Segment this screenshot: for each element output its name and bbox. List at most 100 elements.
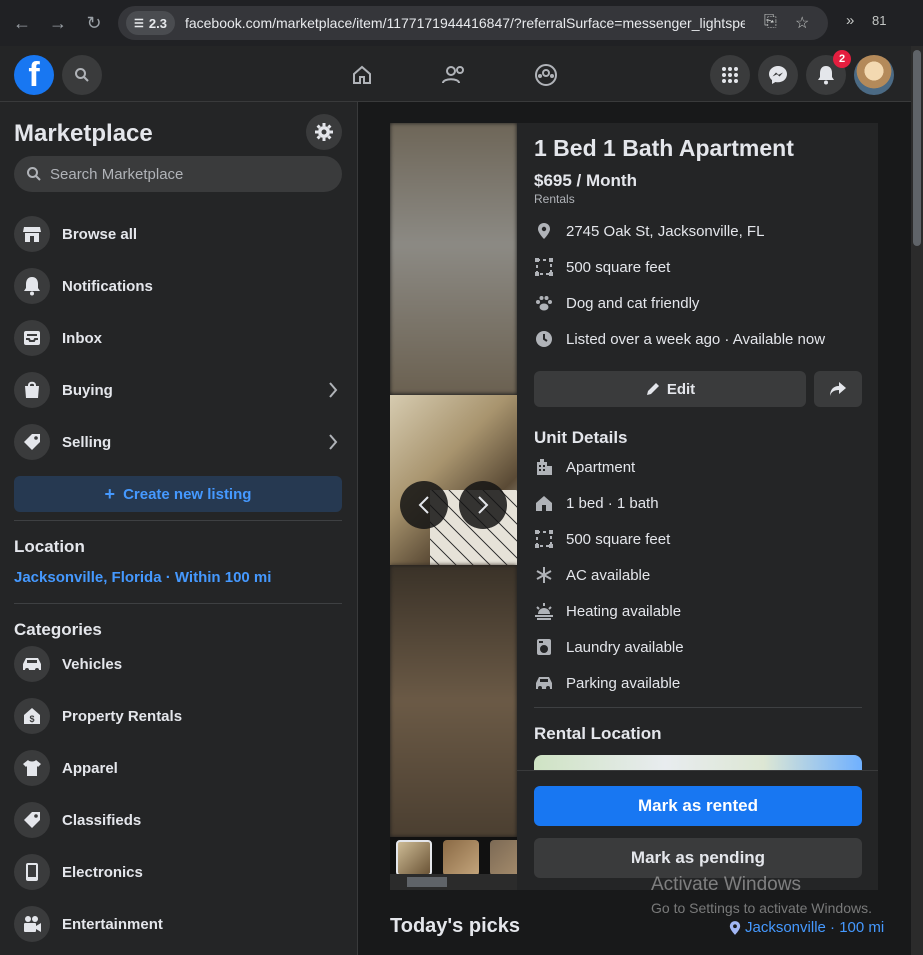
listing-photo-main[interactable] <box>390 395 517 565</box>
sidebar-item-inbox[interactable]: Inbox <box>14 318 342 358</box>
listing-title: 1 Bed 1 Bath Apartment <box>534 135 794 161</box>
chevron-right-icon <box>329 382 338 398</box>
previous-photo-button[interactable] <box>400 481 448 529</box>
install-icon[interactable]: ⎘ <box>764 13 777 31</box>
categories-heading: Categories <box>14 620 102 639</box>
sidebar-item-buying[interactable]: Buying <box>14 370 342 410</box>
paw-icon <box>534 293 554 313</box>
listing-photo[interactable] <box>390 123 517 394</box>
scrollbar-thumb[interactable] <box>407 877 447 887</box>
category-property-rentals[interactable]: $ Property Rentals <box>14 696 342 736</box>
site-chip-label: 2.3 <box>148 15 167 31</box>
unit-detail-row: 500 square feet <box>534 529 670 549</box>
windows-watermark-title: Activate Windows <box>651 874 801 895</box>
price-tag-icon <box>14 424 50 460</box>
unit-detail-row: Parking available <box>534 673 680 693</box>
marketplace-sidebar: Marketplace Search Marketplace Browse al… <box>0 102 358 955</box>
listing-category[interactable]: Rentals <box>534 192 575 206</box>
listing-photo[interactable] <box>390 565 517 837</box>
listing-details-panel: 1 Bed 1 Bath Apartment $695 / Month Rent… <box>517 123 878 890</box>
edit-label: Edit <box>666 380 696 398</box>
thumbnail[interactable] <box>443 840 479 876</box>
thumbnail[interactable] <box>490 840 517 876</box>
home-icon[interactable] <box>349 62 375 88</box>
search-icon <box>75 68 89 82</box>
inbox-icon <box>14 320 50 356</box>
sidebar-item-browse-all[interactable]: Browse all <box>14 214 342 254</box>
groups-icon[interactable] <box>533 62 559 88</box>
messenger-icon <box>769 66 787 84</box>
site-info-chip[interactable]: ☰ 2.3 <box>126 11 175 35</box>
extensions-chevron-icon[interactable]: » <box>846 12 854 29</box>
category-apparel[interactable]: Apparel <box>14 748 342 788</box>
car-icon <box>534 673 554 693</box>
messenger-button[interactable] <box>758 55 798 95</box>
category-label: Apparel <box>62 759 118 777</box>
home-icon <box>534 493 554 513</box>
create-listing-label: Create new listing <box>123 485 252 503</box>
scrollbar-thumb[interactable] <box>913 50 921 246</box>
category-classifieds[interactable]: Classifieds <box>14 800 342 840</box>
area-icon <box>534 257 554 277</box>
bell-icon <box>14 268 50 304</box>
sidebar-item-label: Inbox <box>62 329 102 347</box>
browser-toolbar: ← → ↻ ☰ 2.3 facebook.com/marketplace/ite… <box>0 0 923 46</box>
size-row: 500 square feet <box>534 257 670 277</box>
category-electronics[interactable]: Electronics <box>14 852 342 892</box>
sidebar-item-selling[interactable]: Selling <box>14 422 342 462</box>
menu-button[interactable] <box>710 55 750 95</box>
todays-picks-heading: Today's picks <box>390 915 520 937</box>
reload-icon[interactable]: ↻ <box>80 9 108 37</box>
storefront-icon <box>14 216 50 252</box>
plus-icon: + <box>104 483 116 504</box>
unit-detail-row: AC available <box>534 565 650 585</box>
pencil-icon <box>646 383 659 395</box>
forward-icon[interactable]: → <box>44 9 72 37</box>
location-filter-link[interactable]: Jacksonville, Florida · Within 100 mi <box>14 569 271 586</box>
extensions-count: 81 <box>872 13 887 28</box>
windows-watermark-text: Go to Settings to activate Windows. <box>651 900 872 916</box>
shirt-icon <box>14 750 50 786</box>
settings-button[interactable] <box>306 114 342 150</box>
create-new-listing-button[interactable]: + Create new listing <box>14 476 342 512</box>
sun-heat-icon <box>534 601 554 621</box>
thumbnail[interactable] <box>396 840 432 876</box>
share-arrow-icon <box>830 382 846 396</box>
mark-as-pending-button[interactable]: Mark as pending <box>534 838 862 878</box>
mark-as-rented-button[interactable]: Mark as rented <box>534 786 862 826</box>
category-label: Entertainment <box>62 915 163 933</box>
facebook-header: f 2 <box>0 46 911 102</box>
category-entertainment[interactable]: Entertainment <box>14 904 342 944</box>
edit-button[interactable]: Edit <box>534 371 806 407</box>
entertainment-icon <box>14 906 50 942</box>
facebook-logo[interactable]: f <box>14 55 54 95</box>
unit-detail-row: Apartment <box>534 457 635 477</box>
bell-icon <box>818 66 834 85</box>
share-button[interactable] <box>814 371 862 407</box>
chevron-right-icon <box>329 434 338 450</box>
location-heading: Location <box>14 537 85 556</box>
vertical-scrollbar[interactable] <box>911 46 923 955</box>
profile-avatar[interactable] <box>854 55 894 95</box>
unit-details-heading: Unit Details <box>534 428 628 447</box>
picks-location-link[interactable]: Jacksonville · 100 mi <box>729 919 884 936</box>
url-text[interactable]: facebook.com/marketplace/item/1177171944… <box>185 15 745 31</box>
sidebar-title: Marketplace <box>14 120 153 147</box>
next-photo-button[interactable] <box>459 481 507 529</box>
address-bar[interactable]: ☰ 2.3 facebook.com/marketplace/item/1177… <box>118 6 828 40</box>
friends-icon[interactable] <box>441 62 467 88</box>
search-input[interactable]: Search Marketplace <box>14 156 342 192</box>
category-vehicles[interactable]: Vehicles <box>14 644 342 684</box>
washing-machine-icon <box>534 637 554 657</box>
rental-location-heading: Rental Location <box>534 724 662 743</box>
location-pin-icon <box>534 221 554 241</box>
horizontal-scrollbar[interactable] <box>390 874 517 890</box>
sidebar-item-notifications[interactable]: Notifications <box>14 266 342 306</box>
category-label: Electronics <box>62 863 143 881</box>
area-icon <box>534 529 554 549</box>
bookmark-star-icon[interactable]: ☆ <box>795 13 809 33</box>
seller-actions-bar: Mark as rented Mark as pending <box>517 770 878 890</box>
search-button[interactable] <box>62 55 102 95</box>
pets-row: Dog and cat friendly <box>534 293 699 313</box>
back-icon[interactable]: ← <box>8 9 36 37</box>
